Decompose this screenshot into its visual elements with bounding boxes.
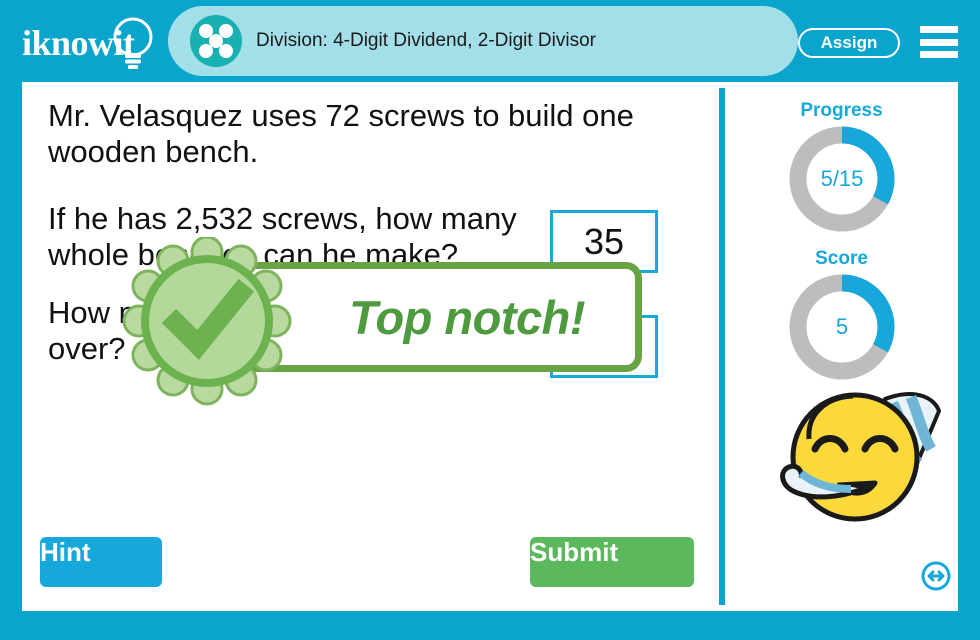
benches-answer-input[interactable]: 35 bbox=[550, 210, 658, 273]
hamburger-menu-icon[interactable] bbox=[920, 26, 958, 58]
submit-button-label: Submit bbox=[530, 537, 619, 567]
lesson-card: Mr. Velasquez uses 72 screws to build on… bbox=[22, 82, 958, 611]
benches-answer-value: 35 bbox=[583, 220, 625, 262]
question-tail: How many screws will be left over? bbox=[48, 295, 445, 367]
progress-label: Progress bbox=[800, 100, 883, 121]
dice-five-dots-icon bbox=[190, 15, 242, 67]
resize-horizontal-circle-icon[interactable] bbox=[920, 560, 952, 592]
partying-face-emoji bbox=[780, 392, 941, 522]
question-intro: Mr. Velasquez uses 72 screws to build on… bbox=[48, 98, 634, 170]
hint-button[interactable]: Hint bbox=[40, 537, 162, 587]
submit-button[interactable]: Submit bbox=[530, 537, 694, 587]
assign-button[interactable]: Assign bbox=[798, 28, 900, 58]
question-body: If he has 2,532 screws, how many whole b… bbox=[48, 200, 517, 272]
lightbulb-icon bbox=[113, 17, 153, 69]
assign-button-label: Assign bbox=[820, 33, 878, 52]
lesson-title-pill: Division: 4-Digit Dividend, 2-Digit Divi… bbox=[168, 6, 798, 76]
app-header: iknowit Division: 4-Digit Dividend, 2-Di… bbox=[0, 0, 980, 82]
iknowit-logo[interactable]: iknowit bbox=[22, 14, 164, 72]
progress-sidebar: Progress 5/15 Score 5 bbox=[725, 82, 958, 611]
lesson-title: Division: 4-Digit Dividend, 2-Digit Divi… bbox=[256, 30, 596, 51]
progress-value: 5/15 bbox=[820, 166, 864, 191]
score-label: Score bbox=[815, 248, 868, 269]
hint-button-label: Hint bbox=[40, 537, 91, 567]
score-value: 5 bbox=[835, 314, 849, 339]
remainder-answer-input[interactable] bbox=[550, 315, 658, 378]
